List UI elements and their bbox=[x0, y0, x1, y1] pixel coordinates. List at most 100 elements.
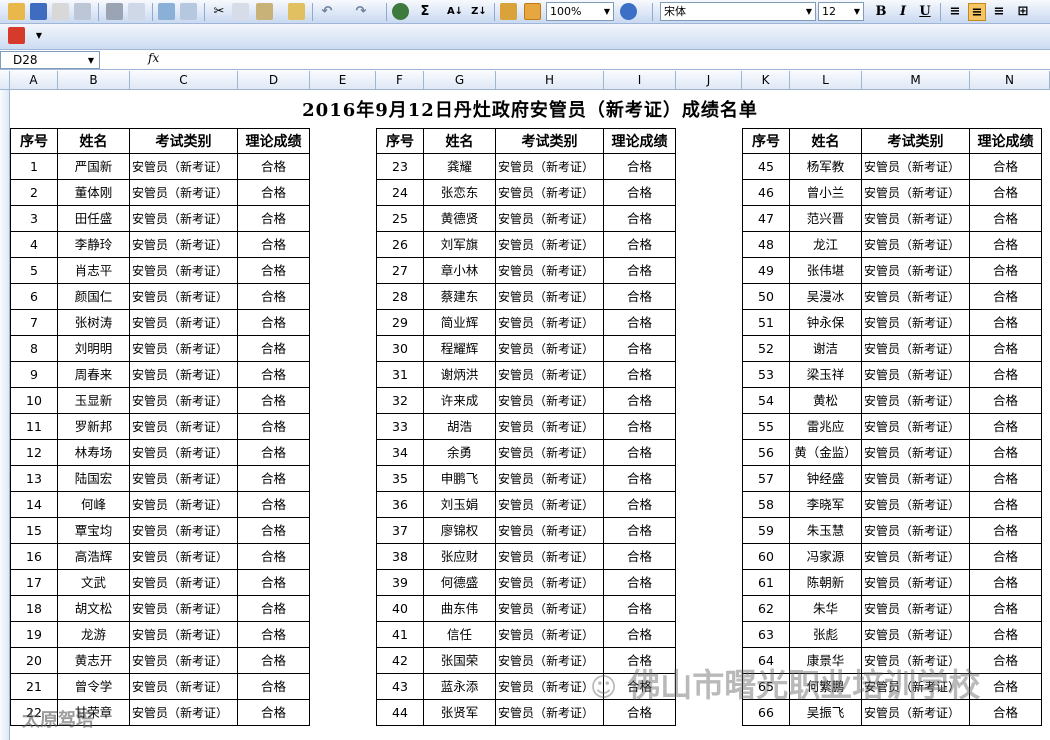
row-number-cell[interactable]: 10 bbox=[10, 388, 58, 414]
row-number-cell[interactable]: 27 bbox=[376, 258, 424, 284]
result-cell[interactable]: 合格 bbox=[238, 596, 310, 622]
category-cell[interactable]: 安管员（新考证） bbox=[496, 258, 604, 284]
result-cell[interactable]: 合格 bbox=[970, 440, 1042, 466]
category-cell[interactable]: 安管员（新考证） bbox=[862, 336, 970, 362]
name-cell[interactable]: 张伟堪 bbox=[790, 258, 862, 284]
name-cell[interactable]: 黄德贤 bbox=[424, 206, 496, 232]
name-cell[interactable]: 申鹏飞 bbox=[424, 466, 496, 492]
permission-icon[interactable] bbox=[52, 3, 69, 20]
row-number-cell[interactable]: 11 bbox=[10, 414, 58, 440]
header-cell[interactable]: 理论成绩 bbox=[604, 128, 676, 154]
name-cell[interactable]: 范兴晋 bbox=[790, 206, 862, 232]
name-cell[interactable]: 何峰 bbox=[58, 492, 130, 518]
row-number-cell[interactable]: 56 bbox=[742, 440, 790, 466]
name-cell[interactable]: 胡浩 bbox=[424, 414, 496, 440]
column-header[interactable]: B bbox=[58, 71, 130, 90]
column-header[interactable]: M bbox=[862, 71, 970, 90]
result-cell[interactable]: 合格 bbox=[238, 284, 310, 310]
name-cell[interactable]: 胡文松 bbox=[58, 596, 130, 622]
name-cell[interactable]: 谢炳洪 bbox=[424, 362, 496, 388]
category-cell[interactable]: 安管员（新考证） bbox=[496, 648, 604, 674]
name-cell[interactable]: 玉显新 bbox=[58, 388, 130, 414]
category-cell[interactable]: 安管员（新考证） bbox=[496, 700, 604, 726]
column-header[interactable]: G bbox=[424, 71, 496, 90]
align-right-icon[interactable]: ≡ bbox=[990, 3, 1008, 21]
name-cell[interactable]: 刘玉娟 bbox=[424, 492, 496, 518]
result-cell[interactable]: 合格 bbox=[604, 206, 676, 232]
name-cell[interactable]: 许来成 bbox=[424, 388, 496, 414]
category-cell[interactable]: 安管员（新考证） bbox=[496, 284, 604, 310]
row-number-cell[interactable]: 46 bbox=[742, 180, 790, 206]
row-number-cell[interactable]: 2 bbox=[10, 180, 58, 206]
row-number-cell[interactable]: 37 bbox=[376, 518, 424, 544]
row-number-cell[interactable]: 15 bbox=[10, 518, 58, 544]
result-cell[interactable]: 合格 bbox=[970, 180, 1042, 206]
row-number-cell[interactable]: 5 bbox=[10, 258, 58, 284]
category-cell[interactable]: 安管员（新考证） bbox=[130, 310, 238, 336]
zoom-select[interactable]: 100% ▼ bbox=[546, 2, 614, 21]
name-cell[interactable]: 颜国仁 bbox=[58, 284, 130, 310]
result-cell[interactable]: 合格 bbox=[238, 336, 310, 362]
name-cell[interactable]: 程耀辉 bbox=[424, 336, 496, 362]
name-cell[interactable]: 雷兆应 bbox=[790, 414, 862, 440]
name-cell[interactable]: 李静玲 bbox=[58, 232, 130, 258]
header-cell[interactable]: 考试类别 bbox=[496, 128, 604, 154]
header-cell[interactable]: 序号 bbox=[376, 128, 424, 154]
result-cell[interactable]: 合格 bbox=[238, 700, 310, 726]
category-cell[interactable]: 安管员（新考证） bbox=[862, 232, 970, 258]
category-cell[interactable]: 安管员（新考证） bbox=[496, 492, 604, 518]
result-cell[interactable]: 合格 bbox=[604, 466, 676, 492]
name-cell[interactable]: 章小林 bbox=[424, 258, 496, 284]
row-number-cell[interactable]: 25 bbox=[376, 206, 424, 232]
category-cell[interactable]: 安管员（新考证） bbox=[862, 570, 970, 596]
column-header[interactable]: J bbox=[676, 71, 742, 90]
row-number-cell[interactable]: 55 bbox=[742, 414, 790, 440]
row-number-cell[interactable]: 1 bbox=[10, 154, 58, 180]
category-cell[interactable]: 安管员（新考证） bbox=[862, 388, 970, 414]
row-number-cell[interactable]: 18 bbox=[10, 596, 58, 622]
category-cell[interactable]: 安管员（新考证） bbox=[130, 362, 238, 388]
result-cell[interactable]: 合格 bbox=[238, 258, 310, 284]
name-cell[interactable]: 刘明明 bbox=[58, 336, 130, 362]
result-cell[interactable]: 合格 bbox=[970, 518, 1042, 544]
category-cell[interactable]: 安管员（新考证） bbox=[496, 362, 604, 388]
row-number-cell[interactable]: 16 bbox=[10, 544, 58, 570]
row-number-cell[interactable]: 48 bbox=[742, 232, 790, 258]
category-cell[interactable]: 安管员（新考证） bbox=[496, 414, 604, 440]
category-cell[interactable]: 安管员（新考证） bbox=[862, 258, 970, 284]
name-cell[interactable]: 龚耀 bbox=[424, 154, 496, 180]
insert-function-icon[interactable]: fx bbox=[148, 51, 159, 65]
name-cell[interactable]: 朱玉慧 bbox=[790, 518, 862, 544]
category-cell[interactable]: 安管员（新考证） bbox=[862, 206, 970, 232]
result-cell[interactable]: 合格 bbox=[604, 232, 676, 258]
name-cell[interactable]: 朱华 bbox=[790, 596, 862, 622]
row-number-cell[interactable]: 62 bbox=[742, 596, 790, 622]
result-cell[interactable]: 合格 bbox=[604, 258, 676, 284]
row-number-cell[interactable]: 47 bbox=[742, 206, 790, 232]
category-cell[interactable]: 安管员（新考证） bbox=[496, 440, 604, 466]
result-cell[interactable]: 合格 bbox=[238, 492, 310, 518]
result-cell[interactable]: 合格 bbox=[604, 570, 676, 596]
category-cell[interactable]: 安管员（新考证） bbox=[130, 674, 238, 700]
align-left-icon[interactable]: ≡ bbox=[946, 3, 964, 21]
column-header[interactable]: N bbox=[970, 71, 1050, 90]
result-cell[interactable]: 合格 bbox=[238, 440, 310, 466]
column-header[interactable]: L bbox=[790, 71, 862, 90]
result-cell[interactable]: 合格 bbox=[238, 466, 310, 492]
result-cell[interactable]: 合格 bbox=[970, 622, 1042, 648]
name-cell[interactable]: 廖锦权 bbox=[424, 518, 496, 544]
result-cell[interactable]: 合格 bbox=[604, 310, 676, 336]
category-cell[interactable]: 安管员（新考证） bbox=[496, 310, 604, 336]
result-cell[interactable]: 合格 bbox=[238, 206, 310, 232]
result-cell[interactable]: 合格 bbox=[238, 414, 310, 440]
name-cell[interactable]: 黄（金监） bbox=[790, 440, 862, 466]
row-number-cell[interactable]: 60 bbox=[742, 544, 790, 570]
open-icon[interactable] bbox=[8, 3, 25, 20]
result-cell[interactable]: 合格 bbox=[238, 232, 310, 258]
category-cell[interactable]: 安管员（新考证） bbox=[130, 466, 238, 492]
result-cell[interactable]: 合格 bbox=[238, 622, 310, 648]
result-cell[interactable]: 合格 bbox=[238, 180, 310, 206]
hyperlink-icon[interactable] bbox=[392, 3, 409, 20]
category-cell[interactable]: 安管员（新考证） bbox=[496, 570, 604, 596]
row-number-cell[interactable]: 12 bbox=[10, 440, 58, 466]
